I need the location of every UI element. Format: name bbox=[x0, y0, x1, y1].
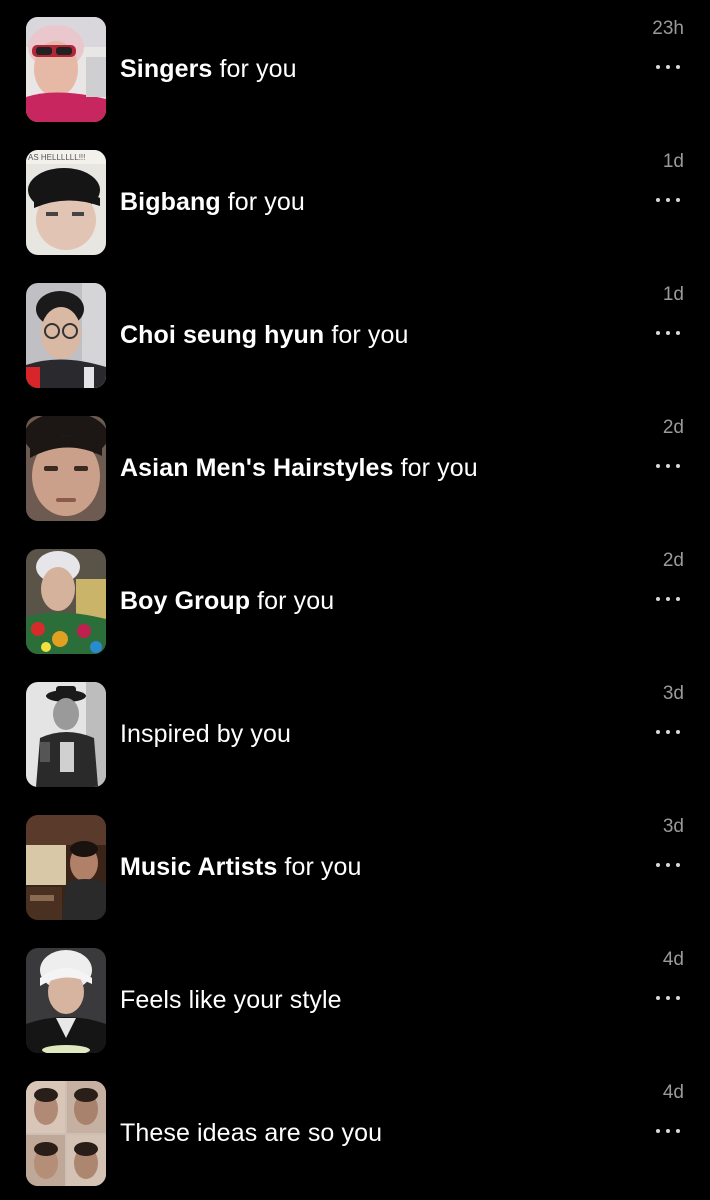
silver-hair-portrait-thumbnail[interactable] bbox=[26, 948, 106, 1053]
more-options-button[interactable] bbox=[656, 55, 680, 79]
ellipsis-icon bbox=[656, 198, 660, 202]
selfie-black-hair-thumbnail[interactable]: AS HELLLLLL!!! bbox=[26, 150, 106, 255]
topic-name: Asian Men's Hairstyles bbox=[120, 454, 394, 482]
title-suffix: for you bbox=[212, 55, 297, 83]
ellipsis-icon bbox=[656, 863, 660, 867]
timestamp: 1d bbox=[662, 151, 684, 172]
ellipsis-icon bbox=[656, 331, 660, 335]
timestamp: 2d bbox=[662, 550, 684, 571]
selfie-black-hair-icon: AS HELLLLLL!!! bbox=[26, 150, 106, 255]
more-options-button[interactable] bbox=[656, 720, 680, 744]
glasses-portrait-icon bbox=[26, 283, 106, 388]
title-suffix: These ideas are so you bbox=[120, 1119, 383, 1147]
thumbnail-caption: AS HELLLLLL!!! bbox=[28, 153, 85, 162]
closeup-portrait-icon bbox=[26, 416, 106, 521]
selfie-pink-hair-icon bbox=[26, 17, 106, 122]
timestamp: 2d bbox=[662, 417, 684, 438]
ellipsis-icon bbox=[656, 65, 660, 69]
silver-hair-portrait-icon bbox=[26, 948, 106, 1053]
floral-shirt-portrait-icon bbox=[26, 549, 106, 654]
notification-row[interactable]: These ideas are so you 4d bbox=[0, 1081, 710, 1189]
timestamp: 3d bbox=[662, 683, 684, 704]
ellipsis-icon bbox=[656, 730, 660, 734]
title-suffix: for you bbox=[250, 587, 335, 615]
notification-title[interactable]: Choi seung hyun for you bbox=[120, 319, 408, 351]
notification-row[interactable]: Boy Group for you 2d bbox=[0, 549, 710, 657]
more-options-button[interactable] bbox=[656, 986, 680, 1010]
notification-title[interactable]: Boy Group for you bbox=[120, 585, 334, 617]
ellipsis-icon bbox=[656, 1129, 660, 1133]
topic-name: Choi seung hyun bbox=[120, 321, 325, 349]
more-options-button[interactable] bbox=[656, 587, 680, 611]
notification-row[interactable]: Asian Men's Hairstyles for you 2d bbox=[0, 416, 710, 524]
ellipsis-icon bbox=[656, 597, 660, 601]
floral-shirt-portrait-thumbnail[interactable] bbox=[26, 549, 106, 654]
more-options-button[interactable] bbox=[656, 321, 680, 345]
title-suffix: Inspired by you bbox=[120, 720, 292, 748]
notification-row[interactable]: Music Artists for you 3d bbox=[0, 815, 710, 923]
more-options-button[interactable] bbox=[656, 853, 680, 877]
studio-scene-thumbnail[interactable] bbox=[26, 815, 106, 920]
notification-title[interactable]: Feels like your style bbox=[120, 984, 342, 1016]
notification-title[interactable]: Inspired by you bbox=[120, 718, 291, 750]
notification-title[interactable]: Singers for you bbox=[120, 53, 297, 85]
bw-hat-portrait-thumbnail[interactable] bbox=[26, 682, 106, 787]
timestamp: 4d bbox=[662, 1082, 684, 1103]
photo-collage-thumbnail[interactable] bbox=[26, 1081, 106, 1186]
timestamp: 3d bbox=[662, 816, 684, 837]
title-suffix: Feels like your style bbox=[120, 986, 342, 1014]
closeup-portrait-thumbnail[interactable] bbox=[26, 416, 106, 521]
title-suffix: for you bbox=[393, 454, 478, 482]
title-suffix: for you bbox=[277, 853, 362, 881]
glasses-portrait-thumbnail[interactable] bbox=[26, 283, 106, 388]
notification-title[interactable]: Music Artists for you bbox=[120, 851, 362, 883]
selfie-pink-hair-thumbnail[interactable] bbox=[26, 17, 106, 122]
notification-list: Singers for you 23h AS HELLLLLL!!! Bigba… bbox=[0, 0, 710, 1200]
notification-title[interactable]: These ideas are so you bbox=[120, 1117, 382, 1149]
more-options-button[interactable] bbox=[656, 1119, 680, 1143]
notification-row[interactable]: Choi seung hyun for you 1d bbox=[0, 283, 710, 391]
studio-scene-icon bbox=[26, 815, 106, 920]
timestamp: 23h bbox=[652, 18, 684, 39]
title-suffix: for you bbox=[324, 321, 409, 349]
notification-row[interactable]: Feels like your style 4d bbox=[0, 948, 710, 1056]
more-options-button[interactable] bbox=[656, 454, 680, 478]
topic-name: Bigbang bbox=[120, 188, 221, 216]
timestamp: 4d bbox=[662, 949, 684, 970]
timestamp: 1d bbox=[662, 284, 684, 305]
notification-title[interactable]: Asian Men's Hairstyles for you bbox=[120, 452, 478, 484]
more-options-button[interactable] bbox=[656, 188, 680, 212]
title-suffix: for you bbox=[220, 188, 305, 216]
notification-title[interactable]: Bigbang for you bbox=[120, 186, 305, 218]
bw-hat-portrait-icon bbox=[26, 682, 106, 787]
topic-name: Music Artists bbox=[120, 853, 278, 881]
notification-row[interactable]: Inspired by you 3d bbox=[0, 682, 710, 790]
ellipsis-icon bbox=[656, 464, 660, 468]
topic-name: Boy Group bbox=[120, 587, 251, 615]
topic-name: Singers bbox=[120, 55, 213, 83]
photo-collage-icon bbox=[26, 1081, 106, 1186]
notification-row[interactable]: AS HELLLLLL!!! Bigbang for you 1d bbox=[0, 150, 710, 258]
notification-row[interactable]: Singers for you 23h bbox=[0, 17, 710, 125]
ellipsis-icon bbox=[656, 996, 660, 1000]
